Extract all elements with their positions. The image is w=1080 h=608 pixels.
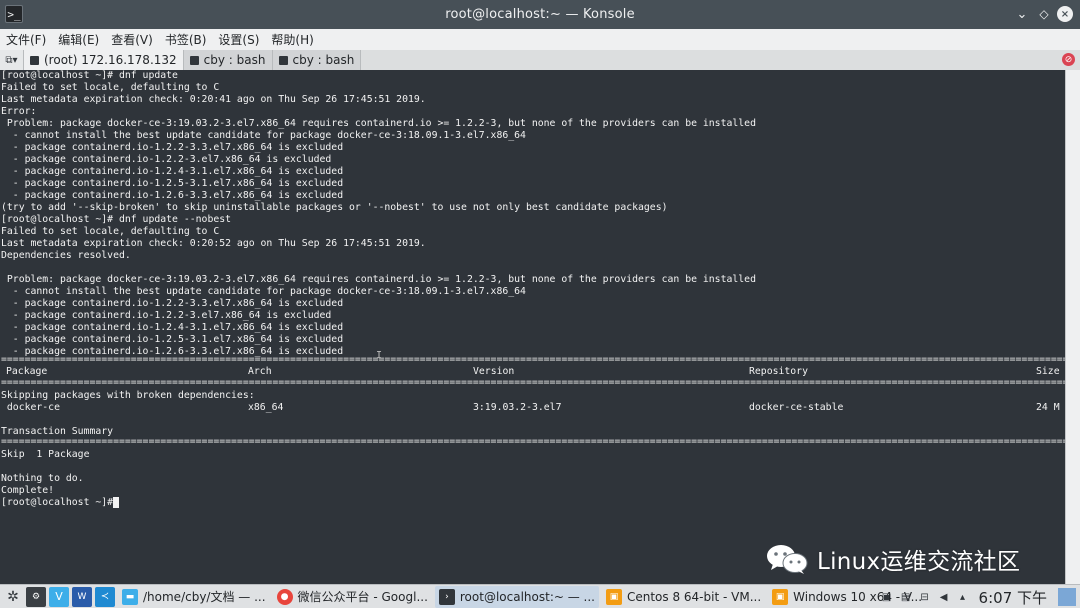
application-launcher-icon[interactable]: ✲ [3,587,23,607]
vmware-tray-icon[interactable]: ▣ [879,589,895,605]
tab-label: cby : bash [292,53,355,67]
tab-label: cby : bash [203,53,266,67]
network-icon[interactable]: ⊟ [917,589,933,605]
task-label: Centos 8 64-bit - VM... [626,589,762,604]
terminal-separator: ========================================… [1,436,1065,447]
terminal-line: Error: [1,106,37,117]
terminal-line: Dependencies resolved. [1,250,131,261]
volume-icon[interactable]: ◀ [936,589,952,605]
menu-bookmarks[interactable]: 书签(B) [165,31,207,48]
terminal-line: - package containerd.io-1.2.2-3.el7.x86_… [1,310,332,321]
system-tray: ▣ ▤ ⊟ ◀ ▴ 6:07 下午 [876,585,1080,608]
terminal-line: Problem: package docker-ce-3:19.03.2-3.e… [1,118,756,129]
close-tab-icon[interactable]: ⊘ [1062,53,1075,66]
terminal-line: Failed to set locale, defaulting to C [1,82,220,93]
row-version: 3:19.03.2-3.el7 [473,402,562,413]
row-package: docker-ce [1,402,60,413]
terminal-line: Last metadata expiration check: 0:20:52 … [1,238,426,249]
task-chrome[interactable]: ● 微信公众平台 - Googl... [273,586,432,608]
folder-icon: ▬ [122,588,138,605]
task-file-manager[interactable]: ▬ /home/cby/文档 — ... [118,586,270,608]
row-arch: x86_64 [248,402,284,413]
terminal-line: [root@localhost ~]# dnf update [1,70,178,81]
terminal-prompt: [root@localhost ~]# [1,497,119,508]
tab-cby-bash-2[interactable]: cby : bash [272,50,362,70]
terminal-separator: ========================================… [1,354,1065,365]
terminal-line: [root@localhost ~]# dnf update --nobest [1,214,232,225]
terminal-line: - package containerd.io-1.2.5-3.1.el7.x8… [1,334,344,345]
terminal-line: - package containerd.io-1.2.5-3.1.el7.x8… [1,178,344,189]
menu-edit[interactable]: 编辑(E) [58,31,99,48]
terminal-line: - package containerd.io-1.2.4-3.1.el7.x8… [1,322,344,333]
ibeam-cursor-icon: I [376,350,383,361]
terminal-line: Nothing to do. [1,473,84,484]
terminal-line: - package containerd.io-1.2.2-3.3.el7.x8… [1,298,344,309]
tray-expand-icon[interactable]: ▴ [955,589,971,605]
terminal-scrollbar[interactable] [1065,70,1080,584]
virtual-machine-icon[interactable]: V [49,586,69,607]
terminal-line: - cannot install the best update candida… [1,130,526,141]
terminal-line: - cannot install the best update candida… [1,286,526,297]
system-settings-icon[interactable]: ⚙ [26,586,46,607]
terminal-icon [30,55,39,65]
close-icon[interactable]: × [1057,6,1073,22]
terminal-line: Failed to set locale, defaulting to C [1,226,220,237]
tab-bar: ⧉▾ (root) 172.16.178.132 cby : bash cby … [0,50,1080,70]
row-size: 24 M [1036,402,1060,413]
terminal-line: Skip 1 Package [1,449,90,460]
watermark: Linux运维交流社区 [765,543,1020,575]
clock[interactable]: 6:07 下午 [979,587,1047,608]
window-titlebar: >_ root@localhost:~ — Konsole ⌄ ◇ × [0,0,1080,29]
terminal-line: - package containerd.io-1.2.2-3.3.el7.x8… [1,142,344,153]
terminal-line: (try to add '--skip-broken' to skip unin… [1,202,668,213]
tab-cby-bash-1[interactable]: cby : bash [183,50,273,70]
terminal-output[interactable]: [root@localhost ~]# dnf update Failed to… [0,70,1065,584]
terminal-line: - package containerd.io-1.2.4-3.1.el7.x8… [1,166,344,177]
terminal-icon [278,55,288,65]
terminal-cursor [113,497,119,508]
tab-label: (root) 172.16.178.132 [44,53,177,67]
menu-view[interactable]: 查看(V) [111,31,153,48]
terminal-line: Problem: package docker-ce-3:19.03.2-3.e… [1,274,756,285]
word-processor-icon[interactable]: W [72,586,92,607]
taskbar: ✲ ⚙ V W ≺ ▬ /home/cby/文档 — ... ● 微信公众平台 … [0,584,1080,608]
tab-root-session[interactable]: (root) 172.16.178.132 [24,50,184,70]
task-label: 微信公众平台 - Googl... [297,590,428,604]
terminal-icon [189,55,199,65]
chrome-icon: ● [276,588,293,605]
maximize-icon[interactable]: ◇ [1035,5,1053,23]
terminal-separator: ========================================… [1,377,1065,388]
terminal-line: - package containerd.io-1.2.6-3.3.el7.x8… [1,190,344,201]
task-vmware-centos[interactable]: ▣ Centos 8 64-bit - VM... [602,586,765,608]
vmware-icon: ▣ [772,588,789,605]
menu-help[interactable]: 帮助(H) [271,31,313,48]
minimize-icon[interactable]: ⌄ [1013,5,1031,23]
vscode-icon[interactable]: ≺ [95,586,115,607]
terminal-line: Skipping packages with broken dependenci… [1,390,255,401]
row-repository: docker-ce-stable [749,402,844,413]
watermark-text: Linux运维交流社区 [817,549,1021,575]
task-label: /home/cby/文档 — ... [143,590,266,604]
menu-bar: 文件(F) 编辑(E) 查看(V) 书签(B) 设置(S) 帮助(H) [0,29,1080,50]
menu-settings[interactable]: 设置(S) [218,31,259,48]
terminal-icon: › [438,588,455,605]
task-konsole[interactable]: › root@localhost:~ — ... [434,585,599,608]
window-title: root@localhost:~ — Konsole [445,7,635,22]
terminal-line: Complete! [1,485,55,496]
vmware-icon: ▣ [605,588,622,605]
terminal-icon[interactable]: >_ [5,5,23,23]
task-label: root@localhost:~ — ... [459,589,595,604]
terminal-line: Last metadata expiration check: 0:20:41 … [1,94,426,105]
menu-file[interactable]: 文件(F) [6,31,46,48]
clipboard-icon[interactable]: ▤ [898,589,914,605]
terminal-line: - package containerd.io-1.2.2-3.el7.x86_… [1,154,332,165]
wechat-logo-icon [767,545,808,574]
show-desktop-icon[interactable] [1058,588,1076,606]
new-tab-menu-icon[interactable]: ⧉▾ [0,50,24,70]
